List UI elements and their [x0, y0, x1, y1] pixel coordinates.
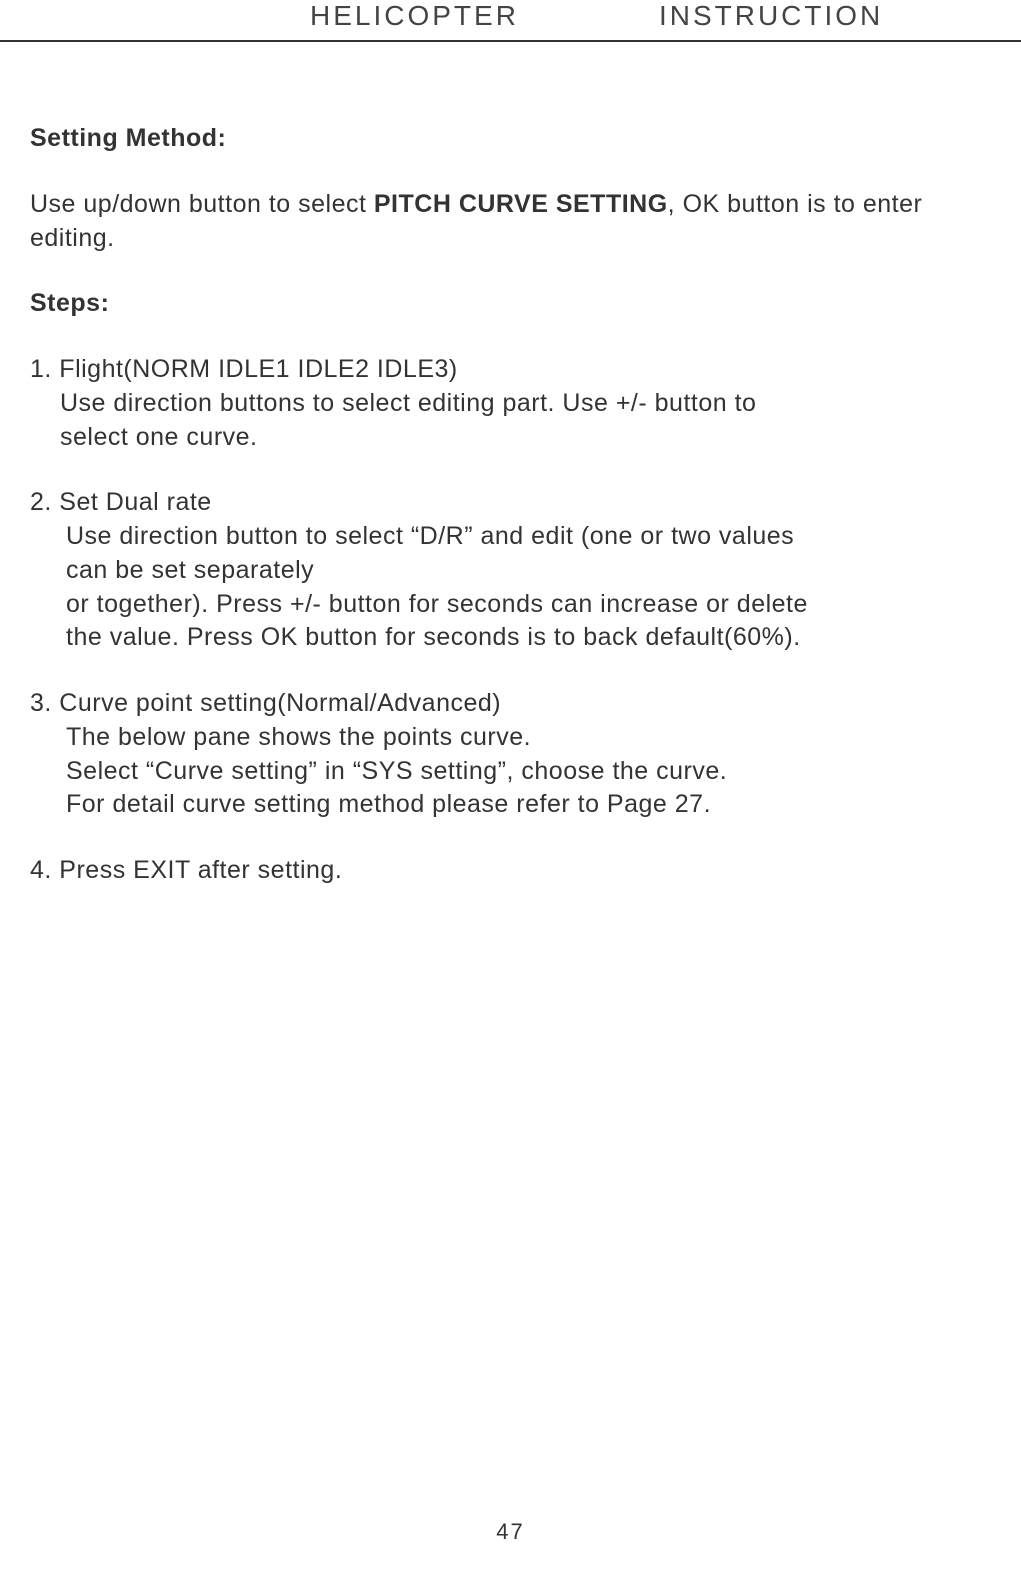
step-4-title: 4. Press EXIT after setting.: [30, 854, 991, 888]
step-1-title: 1. Flight(NORM IDLE1 IDLE2 IDLE3): [30, 353, 991, 387]
step-4: 4. Press EXIT after setting.: [30, 854, 991, 888]
header-title-right: INSTRUCTION: [659, 0, 883, 32]
step-3: 3. Curve point setting(Normal/Advanced) …: [30, 687, 991, 822]
step-2: 2. Set Dual rate Use direction button to…: [30, 486, 991, 655]
setting-method-heading: Setting Method:: [30, 122, 991, 156]
step-1-line-1: Use direction buttons to select editing …: [30, 387, 991, 421]
intro-text-pre: Use up/down button to select: [30, 190, 374, 218]
step-3-title: 3. Curve point setting(Normal/Advanced): [30, 687, 991, 721]
intro-paragraph: Use up/down button to select PITCH CURVE…: [30, 188, 991, 256]
page-content: Setting Method: Use up/down button to se…: [0, 42, 1021, 888]
step-1-line-2: select one curve.: [30, 421, 991, 455]
step-2-line-3: or together). Press +/- button for secon…: [30, 588, 991, 622]
intro-text-bold: PITCH CURVE SETTING: [374, 190, 668, 218]
steps-heading: Steps:: [30, 287, 991, 321]
step-2-line-2: can be set separately: [30, 554, 991, 588]
step-2-line-4: the value. Press OK button for seconds i…: [30, 621, 991, 655]
step-3-line-3: For detail curve setting method please r…: [30, 788, 991, 822]
step-2-title: 2. Set Dual rate: [30, 486, 991, 520]
step-3-line-1: The below pane shows the points curve.: [30, 721, 991, 755]
page-header: HELICOPTER INSTRUCTION: [0, 0, 1021, 42]
header-title-left: HELICOPTER: [310, 0, 519, 32]
step-2-line-1: Use direction button to select “D/R” and…: [30, 520, 991, 554]
step-1: 1. Flight(NORM IDLE1 IDLE2 IDLE3) Use di…: [30, 353, 991, 454]
step-3-line-2: Select “Curve setting” in “SYS setting”,…: [30, 755, 991, 789]
page-number: 47: [0, 1519, 1021, 1545]
